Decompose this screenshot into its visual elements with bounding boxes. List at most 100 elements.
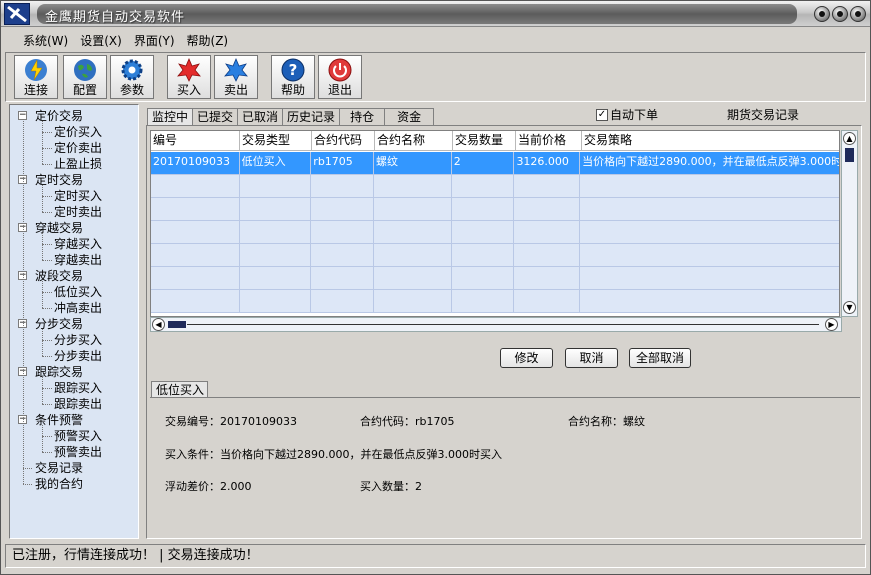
vertical-scrollbar[interactable]: ▲ ▼ bbox=[841, 130, 858, 317]
detail-float-diff: 浮动差价：2.000 bbox=[165, 480, 252, 493]
tree-connector bbox=[42, 260, 52, 261]
tree-item-0-1[interactable]: 定价卖出 bbox=[54, 140, 102, 156]
help-button[interactable]: ? 帮助 bbox=[271, 55, 315, 99]
tree-item-1-1[interactable]: 定时卖出 bbox=[54, 204, 102, 220]
empty-cell bbox=[151, 221, 240, 243]
tab-positions[interactable]: 持仓 bbox=[339, 108, 386, 125]
empty-table-row[interactable] bbox=[151, 221, 839, 244]
table-row[interactable]: 20170109033 低位买入 rb1705 螺纹 2 3126.000 当价格向下越过2… bbox=[151, 152, 839, 175]
col-quantity-header[interactable]: 交易数量 bbox=[453, 131, 516, 151]
empty-cell bbox=[151, 175, 240, 197]
tab-monitoring[interactable]: 监控中 bbox=[147, 108, 194, 125]
empty-cell bbox=[514, 290, 581, 312]
buy-label: 买入 bbox=[176, 83, 201, 97]
tree-item-5-1[interactable]: 跟踪卖出 bbox=[54, 396, 102, 412]
scroll-up-icon[interactable]: ▲ bbox=[843, 132, 856, 145]
tab-cancelled[interactable]: 已取消 bbox=[237, 108, 284, 125]
col-quantity-cell: 2 bbox=[452, 152, 515, 174]
col-contract-name-cell: 螺纹 bbox=[374, 152, 452, 174]
menu-system[interactable]: 系统(W) bbox=[23, 32, 68, 49]
exit-button[interactable]: 退出 bbox=[318, 55, 362, 99]
params-button[interactable]: 参数 bbox=[110, 55, 154, 99]
config-button[interactable]: 配置 bbox=[63, 55, 107, 99]
detail-contract-name: 合约名称：螺纹 bbox=[568, 415, 645, 428]
empty-cell bbox=[311, 198, 375, 220]
help-label: 帮助 bbox=[280, 83, 305, 97]
close-icon[interactable] bbox=[850, 6, 866, 22]
empty-cell bbox=[580, 244, 839, 266]
tree-item-2-0[interactable]: 穿越买入 bbox=[54, 236, 102, 252]
empty-table-row[interactable] bbox=[151, 267, 839, 290]
tree-group-8[interactable]: 我的合约 bbox=[35, 476, 83, 492]
tree-connector bbox=[23, 468, 32, 469]
tree-item-6-1[interactable]: 预警卖出 bbox=[54, 444, 102, 460]
modify-button[interactable]: 修改 bbox=[500, 348, 553, 368]
col-strategy-header[interactable]: 交易策略 bbox=[582, 131, 839, 151]
tree-item-2-1[interactable]: 穿越卖出 bbox=[54, 252, 102, 268]
empty-cell bbox=[580, 290, 839, 312]
app-logo-icon[interactable] bbox=[4, 3, 30, 25]
app-window: 金鹰期货自动交易软件 系统(W) 设置(X) 界面(Y) 帮助(Z) 连接 配置 bbox=[0, 0, 871, 575]
empty-table-row[interactable] bbox=[151, 290, 839, 313]
hscroll-thumb[interactable] bbox=[168, 321, 186, 328]
tree-item-1-0[interactable]: 定时买入 bbox=[54, 188, 102, 204]
grid-body: 20170109033 低位买入 rb1705 螺纹 2 3126.000 当价格向下越过2… bbox=[151, 152, 839, 313]
strategy-tree: − 定价交易 定价买入 定价卖出 止盈止损 − 定时交易 定时买入 定时卖出 − 穿越交易 穿越买入穿… bbox=[9, 104, 139, 539]
menu-interface[interactable]: 界面(Y) bbox=[134, 32, 175, 49]
maximize-icon[interactable] bbox=[832, 6, 848, 22]
scroll-left-icon[interactable]: ◀ bbox=[152, 318, 165, 331]
title-bar[interactable]: 金鹰期货自动交易软件 bbox=[1, 1, 870, 27]
menu-help[interactable]: 帮助(Z) bbox=[187, 32, 229, 49]
tree-item-3-1[interactable]: 冲高卖出 bbox=[54, 300, 102, 316]
power-icon bbox=[326, 57, 354, 83]
tree-item-0-0[interactable]: 定价买入 bbox=[54, 124, 102, 140]
empty-cell bbox=[311, 267, 375, 289]
empty-cell bbox=[240, 290, 312, 312]
empty-table-row[interactable] bbox=[151, 198, 839, 221]
tree-item-4-1[interactable]: 分步卖出 bbox=[54, 348, 102, 364]
grid-header: 编号 交易类型 合约代码 合约名称 交易数量 当前价格 交易策略 bbox=[151, 131, 839, 151]
tree-item-6-0[interactable]: 预警买入 bbox=[54, 428, 102, 444]
buy-button[interactable]: 买入 bbox=[167, 55, 211, 99]
empty-cell bbox=[151, 290, 240, 312]
menu-settings[interactable]: 设置(X) bbox=[80, 32, 122, 49]
tree-item-0-2[interactable]: 止盈止损 bbox=[54, 156, 102, 172]
empty-cell bbox=[580, 198, 839, 220]
tree-connector bbox=[42, 244, 52, 245]
empty-cell bbox=[514, 198, 581, 220]
empty-table-row[interactable] bbox=[151, 175, 839, 198]
minimize-icon[interactable] bbox=[814, 6, 830, 22]
col-trade-type-header[interactable]: 交易类型 bbox=[240, 131, 312, 151]
empty-cell bbox=[452, 267, 515, 289]
tree-item-3-0[interactable]: 低位买入 bbox=[54, 284, 102, 300]
tab-submitted[interactable]: 已提交 bbox=[192, 108, 239, 125]
auto-order-checkbox[interactable]: ✓ 自动下单 bbox=[596, 106, 658, 123]
cancel-all-button[interactable]: 全部取消 bbox=[629, 348, 691, 368]
col-id-header[interactable]: 编号 bbox=[151, 131, 240, 151]
empty-cell bbox=[514, 175, 581, 197]
col-price-header[interactable]: 当前价格 bbox=[516, 131, 582, 151]
empty-cell bbox=[374, 198, 452, 220]
scroll-down-icon[interactable]: ▼ bbox=[843, 301, 856, 314]
connect-button[interactable]: 连接 bbox=[14, 55, 58, 99]
sell-button[interactable]: 卖出 bbox=[214, 55, 258, 99]
col-contract-name-header[interactable]: 合约名称 bbox=[375, 131, 453, 151]
tree-connector bbox=[42, 308, 52, 309]
empty-table-row[interactable] bbox=[151, 244, 839, 267]
tree-group-7[interactable]: 交易记录 bbox=[35, 460, 83, 476]
scroll-thumb[interactable] bbox=[845, 148, 854, 162]
horizontal-scrollbar[interactable]: ◀ ▶ bbox=[150, 317, 842, 332]
tab-funds[interactable]: 资金 bbox=[384, 108, 435, 125]
detail-tab[interactable]: 低位买入 bbox=[151, 381, 208, 398]
tree-connector bbox=[23, 119, 24, 484]
detail-contract-code: 合约代码：rb1705 bbox=[360, 415, 455, 428]
empty-cell bbox=[580, 267, 839, 289]
tree-item-5-0[interactable]: 跟踪买入 bbox=[54, 380, 102, 396]
tree-item-4-0[interactable]: 分步买入 bbox=[54, 332, 102, 348]
col-contract-code-header[interactable]: 合约代码 bbox=[312, 131, 375, 151]
checkbox-icon[interactable]: ✓ bbox=[596, 108, 608, 121]
cancel-button[interactable]: 取消 bbox=[565, 348, 618, 368]
empty-cell bbox=[151, 267, 240, 289]
scroll-right-icon[interactable]: ▶ bbox=[825, 318, 838, 331]
tab-history[interactable]: 历史记录 bbox=[282, 108, 341, 125]
